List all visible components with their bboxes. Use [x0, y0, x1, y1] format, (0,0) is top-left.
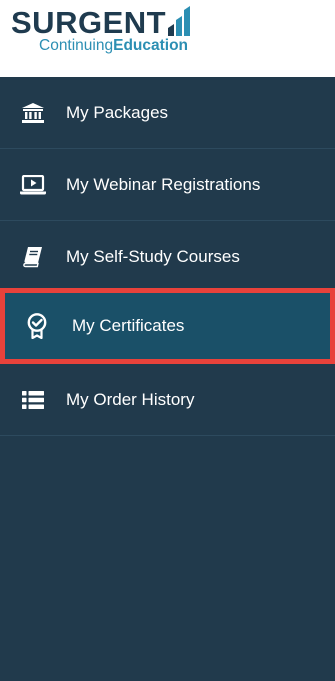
bank-icon: [20, 100, 46, 126]
nav-item-label: My Packages: [66, 102, 169, 122]
sidebar-nav: My Packages My Webinar Registrations My …: [0, 77, 335, 681]
nav-item-label: My Self-Study Courses: [66, 246, 240, 266]
list-icon: [20, 387, 46, 413]
nav-item-my-certificates[interactable]: My Certificates: [0, 288, 335, 364]
nav-item-label: My Webinar Registrations: [66, 174, 261, 194]
nav-item-my-webinar-registrations[interactable]: My Webinar Registrations: [0, 149, 335, 221]
nav-item-my-packages[interactable]: My Packages: [0, 77, 335, 149]
logo-subtitle: ContinuingEducation: [39, 37, 189, 54]
header: SURGENT ContinuingEducation: [0, 0, 335, 77]
nav-item-my-order-history[interactable]: My Order History: [0, 364, 335, 436]
laptop-play-icon: [20, 172, 46, 198]
nav-item-my-self-study-courses[interactable]: My Self-Study Courses: [0, 221, 335, 293]
surgent-logo[interactable]: SURGENT ContinuingEducation: [11, 4, 201, 56]
award-badge-icon: [24, 312, 50, 339]
logo-bars-icon: [168, 6, 190, 36]
nav-item-label: My Certificates: [72, 315, 185, 335]
logo-wordmark: SURGENT: [11, 5, 167, 40]
book-icon: [20, 244, 46, 270]
nav-item-label: My Order History: [66, 389, 195, 409]
